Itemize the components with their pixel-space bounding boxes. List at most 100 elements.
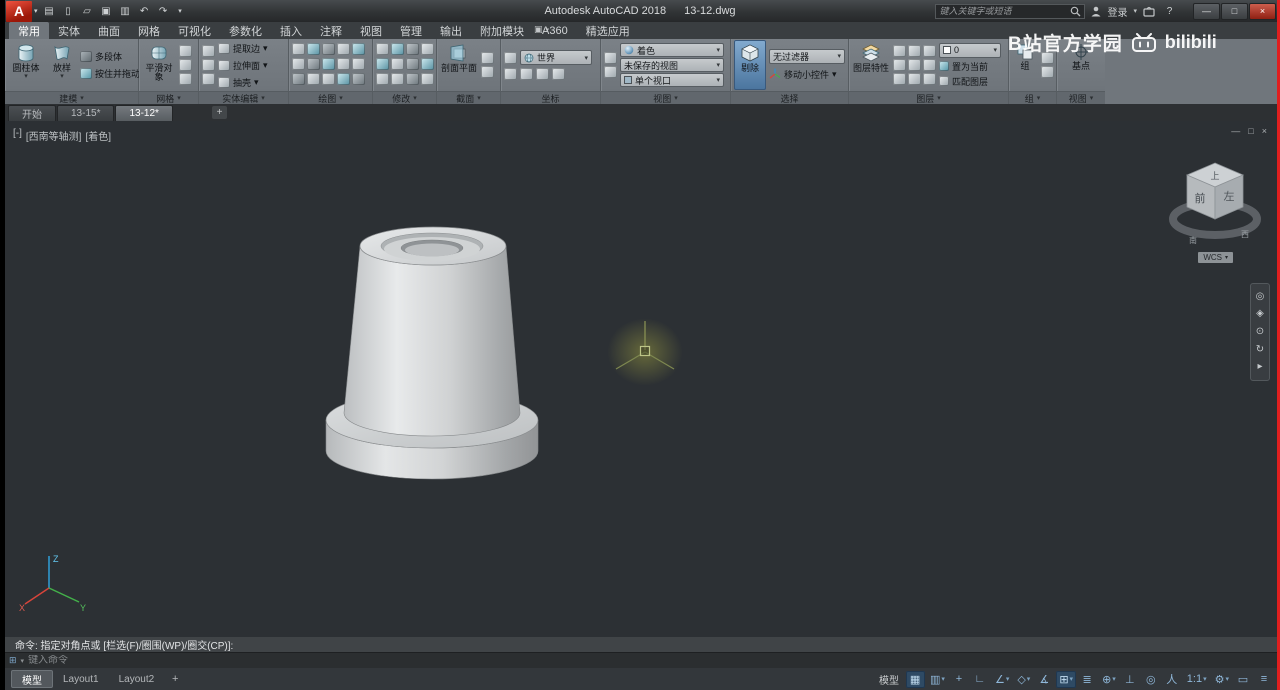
draw-tool-icon[interactable] [337,73,350,85]
solid-edit-button[interactable]: 拉伸面 ▾ [218,58,268,73]
status-toggle[interactable]: ∠ ▾ [992,671,1012,688]
viewcube[interactable]: 南 西 上 前 左 [1169,155,1261,263]
modify-tool-icon[interactable] [391,58,404,70]
file-tab[interactable]: 13-12* [115,105,173,121]
navbar-button[interactable]: ↻ [1256,344,1264,355]
search-icon[interactable] [1070,6,1081,17]
panel-title-coordinates[interactable]: 坐标 [501,91,600,104]
help-button[interactable]: ? [1161,3,1178,19]
status-toggle[interactable]: ⚙ ▾ [1212,671,1232,688]
panel-title-modeling[interactable]: 建模 ▾ [5,91,138,104]
modify-tool-icon[interactable] [391,73,404,85]
modify-tool-icon[interactable] [421,43,434,55]
minimize-button[interactable]: — [1193,2,1220,20]
ucs-tool-icon[interactable] [552,68,565,80]
ribbon-tab[interactable]: 管理 [391,22,431,39]
draw-tool-icon[interactable] [292,43,305,55]
ribbon-tab[interactable]: 注释 [311,22,351,39]
layer-tool-icon[interactable] [893,45,906,57]
status-toggle[interactable]: ≡ [1255,671,1274,688]
layer-tool-icon[interactable] [893,73,906,85]
doc-close-button[interactable]: × [1262,126,1267,136]
layout-tab[interactable]: Layout2 [109,670,165,688]
modify-tool-icon[interactable] [406,58,419,70]
layout-tab[interactable]: 模型 [11,670,53,688]
qat-button[interactable]: ▤ [41,3,58,19]
solid-edit-button[interactable]: 提取边 ▾ [218,41,268,56]
add-layout-button[interactable]: + [168,672,182,686]
draw-tool-icon[interactable] [322,73,335,85]
status-toggle[interactable]: ⊞ ▾ [1056,670,1077,688]
compass-south-label[interactable]: 南 [1189,235,1197,245]
modify-tool-icon[interactable] [391,43,404,55]
layer-dropdown[interactable]: 0 ▾ [939,42,1001,58]
panel-title-solid-editing[interactable]: 实体编辑 ▾ [199,91,288,104]
panel-title-section[interactable]: 截面 ▾ [437,91,500,104]
boolean-union-icon[interactable] [202,45,215,57]
panel-title-modify[interactable]: 修改 ▾ [373,91,436,104]
layout-tab[interactable]: Layout1 [53,670,109,688]
ribbon-tab[interactable]: 实体 [49,22,89,39]
modify-tool-icon[interactable] [421,73,434,85]
layer-properties-button[interactable]: 图层特性 [852,40,890,90]
draw-tool-icon[interactable] [322,58,335,70]
ribbon-tab[interactable]: 视图 [351,22,391,39]
ucs-combobox[interactable]: 世界 ▾ [520,50,592,65]
ribbon-display-toggle[interactable]: ▣ ▾ [534,24,549,35]
draw-tool-icon[interactable] [322,43,335,55]
layer-tool-icon[interactable] [923,45,936,57]
modify-tool-icon[interactable] [406,73,419,85]
gizmo-dropdown[interactable]: 移动小控件 ▾ [769,67,845,82]
wcs-button[interactable]: WCS ▾ [1198,252,1233,263]
ribbon-tab[interactable]: 精选应用 [577,22,639,39]
viewport-controls-button[interactable]: [-] [13,128,22,143]
doc-minimize-button[interactable]: — [1231,126,1240,136]
ribbon-tab[interactable]: 参数化 [220,22,271,39]
modify-tool-icon[interactable] [376,58,389,70]
selection-filter-dropdown[interactable]: 无过滤器 ▾ [769,48,845,64]
panel-title-draw[interactable]: 绘图 ▾ [289,91,372,104]
status-toggle[interactable]: 1:1 ▾ [1184,671,1210,688]
draw-tool-icon[interactable] [307,58,320,70]
navbar-button[interactable]: ◈ [1256,309,1264,319]
polysolid-button[interactable]: 多段体 [80,49,140,64]
layer-tool-icon[interactable] [923,73,936,85]
view-controls-button[interactable]: [西南等轴测] [26,128,82,143]
visual-style-controls-button[interactable]: [着色] [85,128,111,143]
layer-tool-icon[interactable] [893,59,906,71]
status-toggle[interactable]: ▭ [1234,671,1253,688]
qat-button[interactable]: ↷ [155,3,172,19]
viewcube-side-label[interactable]: 左 [1224,190,1235,203]
infocenter-searchbox[interactable] [935,3,1086,19]
status-toggle[interactable]: ∟ [971,671,990,688]
panel-title-layers[interactable]: 图层 ▾ [849,91,1008,104]
draw-tool-icon[interactable] [352,43,365,55]
qat-button[interactable]: ▣ [98,3,115,19]
culling-toggle-button[interactable]: 剔除 [734,40,766,90]
modify-tool-icon[interactable] [421,58,434,70]
search-input[interactable] [939,6,1068,16]
solid-model[interactable] [315,209,550,494]
qat-button[interactable]: ▱ [79,3,96,19]
mesh-tool-icon[interactable] [179,45,192,57]
draw-tool-icon[interactable] [292,73,305,85]
doc-restore-button[interactable]: □ [1248,126,1253,136]
recent-commands-arrow-icon[interactable]: ▾ [21,657,25,665]
draw-tool-icon[interactable] [337,43,350,55]
panel-title-mesh[interactable]: 网格 ▾ [139,91,198,104]
cylinder-button[interactable]: 圆柱体 ▾ [8,40,44,90]
draw-tool-icon[interactable] [352,58,365,70]
ribbon-tab[interactable]: 网格 [129,22,169,39]
panel-title-view-controls[interactable]: 视图 ▾ [601,91,730,104]
layer-tool-icon[interactable] [908,45,921,57]
modify-tool-icon[interactable] [406,43,419,55]
draw-tool-icon[interactable] [307,73,320,85]
status-toggle[interactable]: ∡ [1035,671,1054,688]
loft-button[interactable]: 放样 ▾ [47,40,77,90]
match-layer-button[interactable]: 匹配图层 [939,75,1001,88]
navbar-button[interactable]: ▸ [1257,362,1262,372]
ribbon-tab[interactable]: 曲面 [89,22,129,39]
section-tool-icon[interactable] [481,52,494,64]
navbar-button[interactable]: ⊙ [1256,326,1264,337]
draw-tool-icon[interactable] [352,73,365,85]
